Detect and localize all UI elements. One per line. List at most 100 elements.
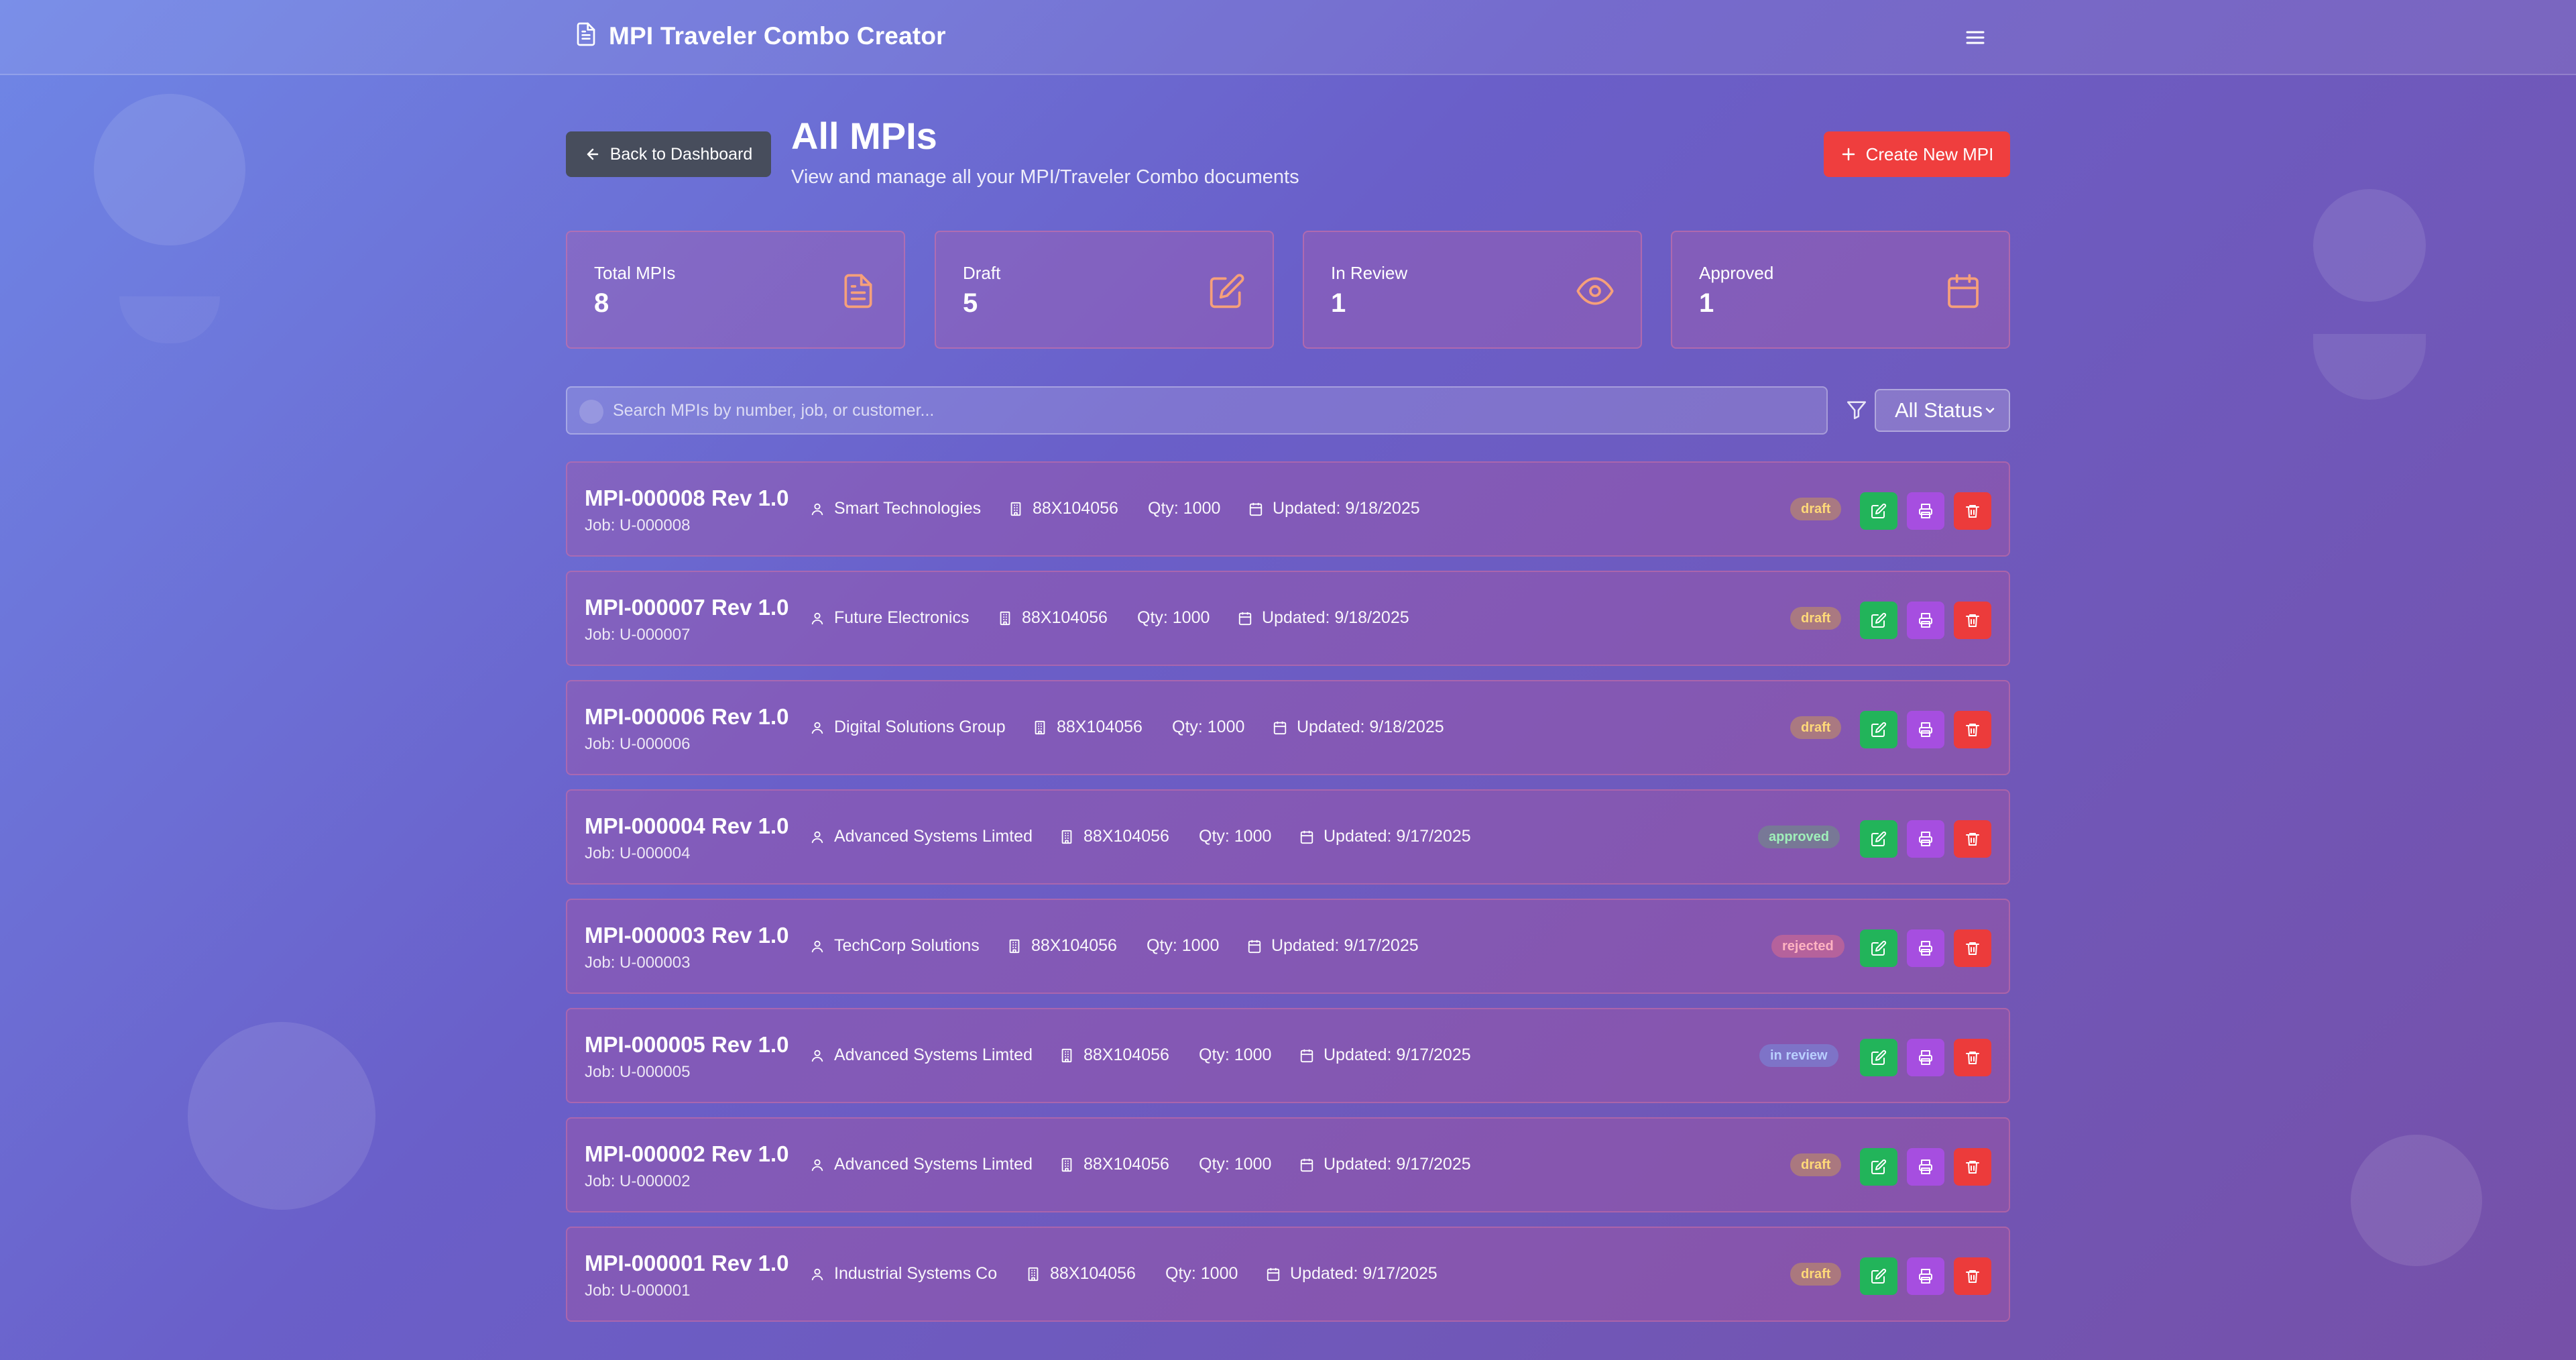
mpi-row[interactable]: MPI-000006 Rev 1.0 Job: U-000006 Digital S… (566, 680, 2010, 775)
mpi-quantity: Qty: 1000 (1137, 608, 1210, 628)
mpi-row[interactable]: MPI-000007 Rev 1.0 Job: U-000007 Future El… (566, 571, 2010, 666)
status-badge: draft (1790, 1263, 1842, 1286)
print-button[interactable] (1907, 1039, 1944, 1076)
edit-button[interactable] (1860, 820, 1897, 858)
status-filter-select[interactable]: All Status (1875, 389, 2010, 432)
updated-date: Updated: 9/17/2025 (1324, 1045, 1471, 1064)
mpi-updated: Updated: 9/17/2025 (1299, 1155, 1471, 1174)
decorative-circle (188, 1022, 375, 1210)
calendar-icon (1948, 274, 1979, 308)
quantity: Qty: 1000 (1165, 1264, 1238, 1283)
mpi-part-number: 88X104056 (1033, 718, 1143, 737)
printer-icon (1919, 722, 1932, 737)
edit-button[interactable] (1860, 602, 1897, 639)
building-icon (1010, 502, 1021, 516)
delete-button[interactable] (1954, 711, 1991, 748)
delete-button[interactable] (1954, 1257, 1991, 1295)
calendar-icon (1248, 940, 1261, 953)
mpi-customer: TechCorp Solutions (810, 936, 980, 956)
edit-icon (1871, 1050, 1887, 1065)
stat-value: 1 (1331, 288, 1346, 318)
printer-icon (1919, 832, 1932, 846)
print-button[interactable] (1907, 1257, 1944, 1295)
mpi-title: MPI-000002 Rev 1.0 (585, 1141, 789, 1166)
mpi-row[interactable]: MPI-000002 Rev 1.0 Job: U-000002 Advanced … (566, 1117, 2010, 1212)
printer-icon (1919, 504, 1932, 518)
quantity: Qty: 1000 (1199, 827, 1272, 846)
mpi-updated: Updated: 9/17/2025 (1266, 1264, 1438, 1284)
brand[interactable]: MPI Traveler Combo Creator (575, 21, 946, 50)
edit-button[interactable] (1860, 929, 1897, 967)
stat-label: Total MPIs (594, 263, 676, 283)
hamburger-menu-button[interactable] (1960, 24, 1990, 51)
mpi-title: MPI-000008 Rev 1.0 (585, 486, 789, 510)
mpi-title: MPI-000005 Rev 1.0 (585, 1032, 789, 1057)
printer-icon (1919, 1159, 1932, 1174)
mpi-title: MPI-000003 Rev 1.0 (585, 923, 789, 948)
decorative-circle (2313, 189, 2426, 302)
calendar-icon (1267, 1267, 1280, 1281)
print-button[interactable] (1907, 711, 1944, 748)
print-button[interactable] (1907, 1148, 1944, 1186)
updated-date: Updated: 9/17/2025 (1290, 1264, 1438, 1283)
quantity: Qty: 1000 (1147, 936, 1220, 955)
stat-value: 8 (594, 288, 609, 318)
user-icon (811, 1268, 823, 1280)
mpi-row[interactable]: MPI-000003 Rev 1.0 Job: U-000003 TechCorp … (566, 899, 2010, 994)
trash-icon (1966, 1270, 1979, 1283)
edit-button[interactable] (1860, 1039, 1897, 1076)
print-button[interactable] (1907, 820, 1944, 858)
page-subtitle: View and manage all your MPI/Traveler Co… (791, 166, 1299, 188)
mpi-updated: Updated: 9/17/2025 (1247, 936, 1419, 956)
delete-button[interactable] (1954, 929, 1991, 967)
user-icon (811, 612, 823, 624)
building-icon (1061, 830, 1072, 844)
edit-icon (1871, 1159, 1887, 1174)
mpi-row[interactable]: MPI-000005 Rev 1.0 Job: U-000005 Advanced … (566, 1008, 2010, 1103)
edit-button[interactable] (1860, 1257, 1897, 1295)
quantity: Qty: 1000 (1137, 608, 1210, 627)
mpi-part-number: 88X104056 (1059, 1045, 1169, 1065)
delete-button[interactable] (1954, 602, 1991, 639)
mpi-quantity: Qty: 1000 (1147, 936, 1219, 956)
stat-card-approved: Approved 1 (1671, 231, 2010, 349)
mpi-part-number: 88X104056 (1026, 1264, 1136, 1284)
mpi-title: MPI-000006 Rev 1.0 (585, 704, 789, 729)
create-button-label: Create New MPI (1865, 144, 1994, 164)
customer-name: Advanced Systems Limted (834, 1045, 1033, 1064)
part-number: 88X104056 (1084, 827, 1169, 846)
document-icon (844, 274, 872, 308)
back-to-dashboard-button[interactable]: Back to Dashboard (566, 131, 771, 177)
status-badge: draft (1790, 607, 1842, 630)
quantity: Qty: 1000 (1199, 1045, 1272, 1064)
mpi-row[interactable]: MPI-000001 Rev 1.0 Job: U-000001 Industria… (566, 1227, 2010, 1322)
customer-name: Industrial Systems Co (834, 1264, 998, 1283)
mpi-row[interactable]: MPI-000008 Rev 1.0 Job: U-000008 Smart Tec… (566, 461, 2010, 557)
mpi-part-number: 88X104056 (1059, 827, 1169, 846)
mpi-job: Job: U-000006 (585, 735, 691, 753)
print-button[interactable] (1907, 492, 1944, 530)
edit-button[interactable] (1860, 711, 1897, 748)
trash-icon (1966, 1161, 1979, 1174)
delete-button[interactable] (1954, 820, 1991, 858)
print-button[interactable] (1907, 929, 1944, 967)
create-new-mpi-button[interactable]: Create New MPI (1824, 131, 2010, 177)
delete-button[interactable] (1954, 1148, 1991, 1186)
search-input[interactable] (613, 388, 1820, 433)
delete-button[interactable] (1954, 492, 1991, 530)
customer-name: Future Electronics (834, 608, 970, 627)
stat-label: In Review (1331, 263, 1408, 283)
status-badge: in review (1759, 1044, 1838, 1067)
decorative-half-circle (119, 296, 220, 343)
mpi-row[interactable]: MPI-000004 Rev 1.0 Job: U-000004 Advanced … (566, 789, 2010, 885)
user-icon (811, 1050, 823, 1062)
delete-button[interactable] (1954, 1039, 1991, 1076)
print-button[interactable] (1907, 602, 1944, 639)
edit-button[interactable] (1860, 492, 1897, 530)
filter-icon (1847, 401, 1867, 420)
mpi-quantity: Qty: 1000 (1172, 718, 1244, 737)
mpi-job: Job: U-000008 (585, 516, 691, 534)
edit-button[interactable] (1860, 1148, 1897, 1186)
calendar-icon (1300, 1158, 1313, 1172)
part-number: 88X104056 (1031, 936, 1117, 955)
